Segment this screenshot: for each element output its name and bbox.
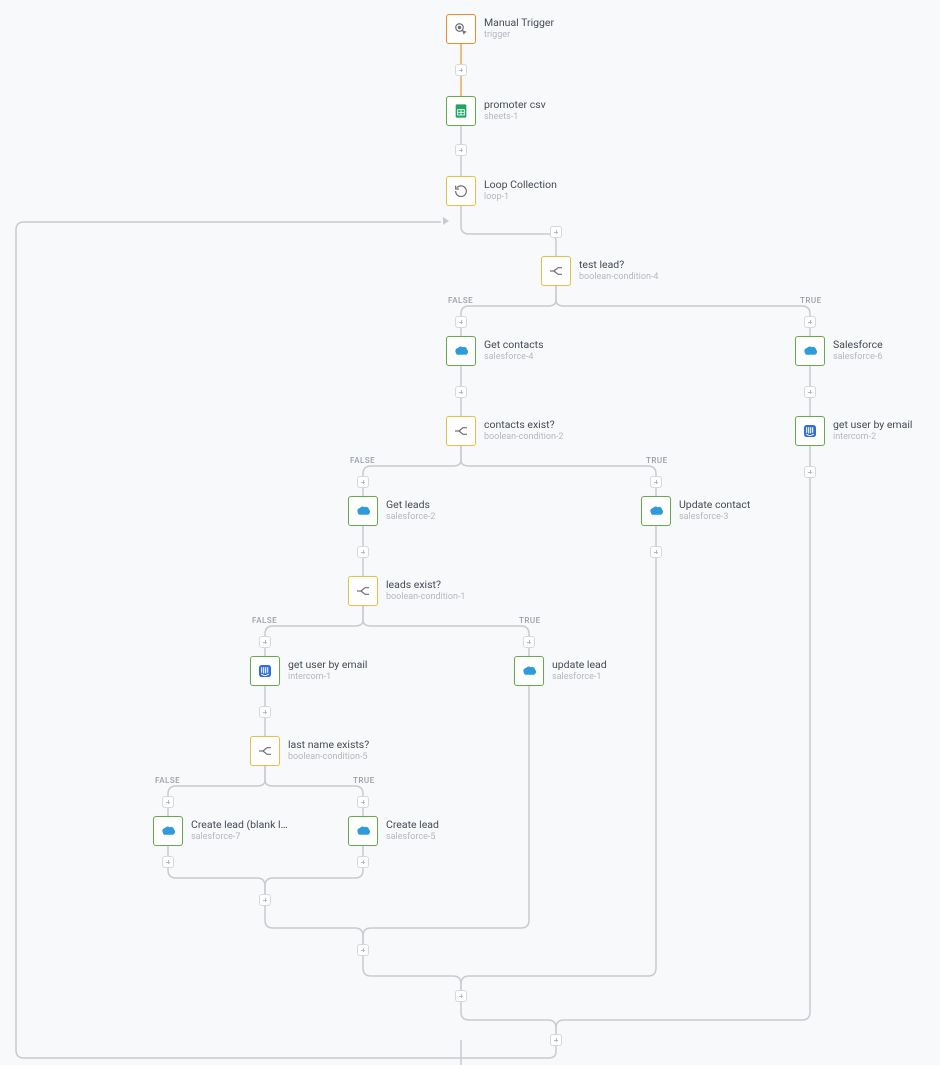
node-title: test lead?: [579, 259, 659, 272]
branch-true-badge: TRUE: [800, 296, 822, 305]
node-update-lead[interactable]: update lead salesforce-1: [514, 656, 607, 686]
node-test-lead[interactable]: test lead? boolean-condition-4: [541, 256, 659, 286]
node-contacts-exist[interactable]: contacts exist? boolean-condition-2: [446, 416, 564, 446]
salesforce-icon: [446, 336, 476, 366]
add-step-button[interactable]: [523, 636, 535, 648]
node-title: Create lead (blank l…: [191, 819, 288, 832]
node-sub: boolean-condition-1: [386, 592, 466, 603]
node-title: promoter csv: [484, 99, 546, 112]
node-sub: intercom-1: [288, 672, 367, 683]
node-title: contacts exist?: [484, 419, 564, 432]
node-sub: salesforce-7: [191, 832, 288, 843]
add-step-button[interactable]: [357, 796, 369, 808]
node-title: Salesforce: [833, 339, 883, 352]
branch-false-badge: FALSE: [155, 776, 180, 785]
add-step-button[interactable]: [162, 796, 174, 808]
node-get-leads[interactable]: Get leads salesforce-2: [348, 496, 435, 526]
add-step-button[interactable]: [650, 476, 662, 488]
node-title: get user by email: [833, 419, 912, 432]
node-title: Update contact: [679, 499, 750, 512]
arrow-icon: [443, 217, 449, 225]
add-step-button[interactable]: [357, 856, 369, 868]
branch-false-badge: FALSE: [448, 296, 473, 305]
node-update-contact[interactable]: Update contact salesforce-3: [641, 496, 750, 526]
node-title: Create lead: [386, 819, 439, 832]
add-step-button[interactable]: [550, 1034, 562, 1046]
node-sub: intercom-2: [833, 432, 912, 443]
add-step-button[interactable]: [455, 316, 467, 328]
node-title: Get contacts: [484, 339, 544, 352]
branch-true-badge: TRUE: [353, 776, 375, 785]
intercom-icon: [795, 416, 825, 446]
salesforce-icon: [348, 496, 378, 526]
add-step-button[interactable]: [804, 386, 816, 398]
node-create-lead-blank[interactable]: Create lead (blank l… salesforce-7: [153, 816, 288, 846]
add-step-button[interactable]: [259, 706, 271, 718]
node-title: get user by email: [288, 659, 367, 672]
add-step-button[interactable]: [259, 894, 271, 906]
add-step-button[interactable]: [259, 636, 271, 648]
node-create-lead[interactable]: Create lead salesforce-5: [348, 816, 439, 846]
branch-true-badge: TRUE: [519, 616, 541, 625]
node-title: update lead: [552, 659, 607, 672]
add-step-button[interactable]: [455, 990, 467, 1002]
add-step-button[interactable]: [550, 226, 562, 238]
node-get-contacts[interactable]: Get contacts salesforce-4: [446, 336, 544, 366]
add-step-button[interactable]: [455, 144, 467, 156]
node-sub: boolean-condition-5: [288, 752, 369, 763]
branch-icon: [348, 576, 378, 606]
add-step-button[interactable]: [357, 476, 369, 488]
branch-icon: [446, 416, 476, 446]
node-promoter-csv[interactable]: promoter csv sheets-1: [446, 96, 546, 126]
branch-false-badge: FALSE: [252, 616, 277, 625]
add-step-button[interactable]: [162, 856, 174, 868]
node-sub: boolean-condition-2: [484, 432, 564, 443]
node-sub: trigger: [484, 30, 554, 41]
node-sub: salesforce-1: [552, 672, 607, 683]
branch-false-badge: FALSE: [350, 456, 375, 465]
branch-icon: [541, 256, 571, 286]
node-title: Get leads: [386, 499, 435, 512]
add-step-button[interactable]: [804, 316, 816, 328]
node-get-user-left[interactable]: get user by email intercom-1: [250, 656, 367, 686]
node-title: Manual Trigger: [484, 17, 554, 30]
node-title: Loop Collection: [484, 179, 557, 192]
node-title: leads exist?: [386, 579, 466, 592]
node-sub: salesforce-5: [386, 832, 439, 843]
node-sub: salesforce-6: [833, 352, 883, 363]
branch-true-badge: TRUE: [646, 456, 668, 465]
node-sub: sheets-1: [484, 112, 546, 123]
workflow-canvas[interactable]: FALSE TRUE FALSE TRUE FALSE TRUE FALSE T…: [0, 0, 940, 1065]
node-sub: salesforce-3: [679, 512, 750, 523]
add-step-button[interactable]: [455, 386, 467, 398]
add-step-button[interactable]: [357, 944, 369, 956]
node-sub: salesforce-2: [386, 512, 435, 523]
node-manual-trigger[interactable]: Manual Trigger trigger: [446, 14, 554, 44]
click-icon: [446, 14, 476, 44]
add-step-button[interactable]: [357, 546, 369, 558]
branch-icon: [250, 736, 280, 766]
intercom-icon: [250, 656, 280, 686]
salesforce-icon: [514, 656, 544, 686]
edges: [0, 0, 940, 1065]
node-title: last name exists?: [288, 739, 369, 752]
salesforce-icon: [153, 816, 183, 846]
node-salesforce-right[interactable]: Salesforce salesforce-6: [795, 336, 883, 366]
node-sub: boolean-condition-4: [579, 272, 659, 283]
add-step-button[interactable]: [804, 466, 816, 478]
node-sub: loop-1: [484, 192, 557, 203]
node-leads-exist[interactable]: leads exist? boolean-condition-1: [348, 576, 466, 606]
salesforce-icon: [641, 496, 671, 526]
add-step-button[interactable]: [455, 64, 467, 76]
salesforce-icon: [795, 336, 825, 366]
loop-icon: [446, 176, 476, 206]
salesforce-icon: [348, 816, 378, 846]
node-loop-collection[interactable]: Loop Collection loop-1: [446, 176, 557, 206]
node-sub: salesforce-4: [484, 352, 544, 363]
add-step-button[interactable]: [650, 546, 662, 558]
node-last-name-exists[interactable]: last name exists? boolean-condition-5: [250, 736, 369, 766]
sheets-icon: [446, 96, 476, 126]
node-get-user-right[interactable]: get user by email intercom-2: [795, 416, 912, 446]
